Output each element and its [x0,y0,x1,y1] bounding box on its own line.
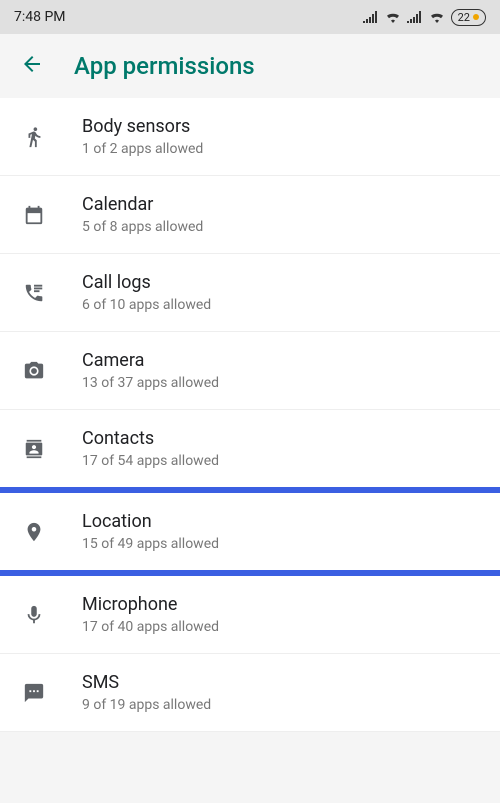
permission-title: Calendar [82,194,203,215]
permission-location[interactable]: Location 15 of 49 apps allowed [0,493,500,570]
wifi-icon [385,11,401,23]
header: App permissions [0,34,500,98]
signal-icon [363,11,379,23]
permission-subtitle: 17 of 54 apps allowed [82,453,219,469]
permission-title: Microphone [82,594,219,615]
permission-sms[interactable]: SMS 9 of 19 apps allowed [0,654,500,732]
calendar-icon [20,204,48,226]
battery-dot-icon [473,14,479,20]
microphone-icon [20,604,48,626]
permission-subtitle: 15 of 49 apps allowed [82,536,219,552]
contacts-icon [20,438,48,460]
page-title: App permissions [74,52,255,80]
battery-level: 22 [458,11,470,24]
wifi-icon-2 [429,11,445,23]
battery-indicator: 22 [451,9,486,26]
signal-icon-2 [407,11,423,23]
permission-subtitle: 1 of 2 apps allowed [82,141,203,157]
permission-microphone[interactable]: Microphone 17 of 40 apps allowed [0,576,500,654]
permission-title: Call logs [82,272,211,293]
permission-calendar[interactable]: Calendar 5 of 8 apps allowed [0,176,500,254]
permission-subtitle: 13 of 37 apps allowed [82,375,219,391]
sms-icon [20,682,48,704]
permission-call-logs[interactable]: Call logs 6 of 10 apps allowed [0,254,500,332]
permission-title: SMS [82,672,211,693]
permission-subtitle: 17 of 40 apps allowed [82,619,219,635]
permission-title: Contacts [82,428,219,449]
phone-log-icon [20,282,48,304]
status-bar: 7:48 PM 22 [0,0,500,34]
permission-camera[interactable]: Camera 13 of 37 apps allowed [0,332,500,410]
status-time: 7:48 PM [14,9,66,25]
permission-title: Camera [82,350,219,371]
running-icon [20,126,48,148]
location-icon [20,521,48,543]
permission-contacts[interactable]: Contacts 17 of 54 apps allowed [0,410,500,487]
permission-list: Body sensors 1 of 2 apps allowed Calenda… [0,98,500,732]
camera-icon [20,360,48,382]
back-button[interactable] [20,52,44,80]
permission-title: Body sensors [82,116,203,137]
permission-title: Location [82,511,219,532]
status-icons: 22 [363,9,486,26]
arrow-left-icon [20,52,44,76]
permission-body-sensors[interactable]: Body sensors 1 of 2 apps allowed [0,98,500,176]
permission-subtitle: 6 of 10 apps allowed [82,297,211,313]
permission-subtitle: 5 of 8 apps allowed [82,219,203,235]
permission-subtitle: 9 of 19 apps allowed [82,697,211,713]
